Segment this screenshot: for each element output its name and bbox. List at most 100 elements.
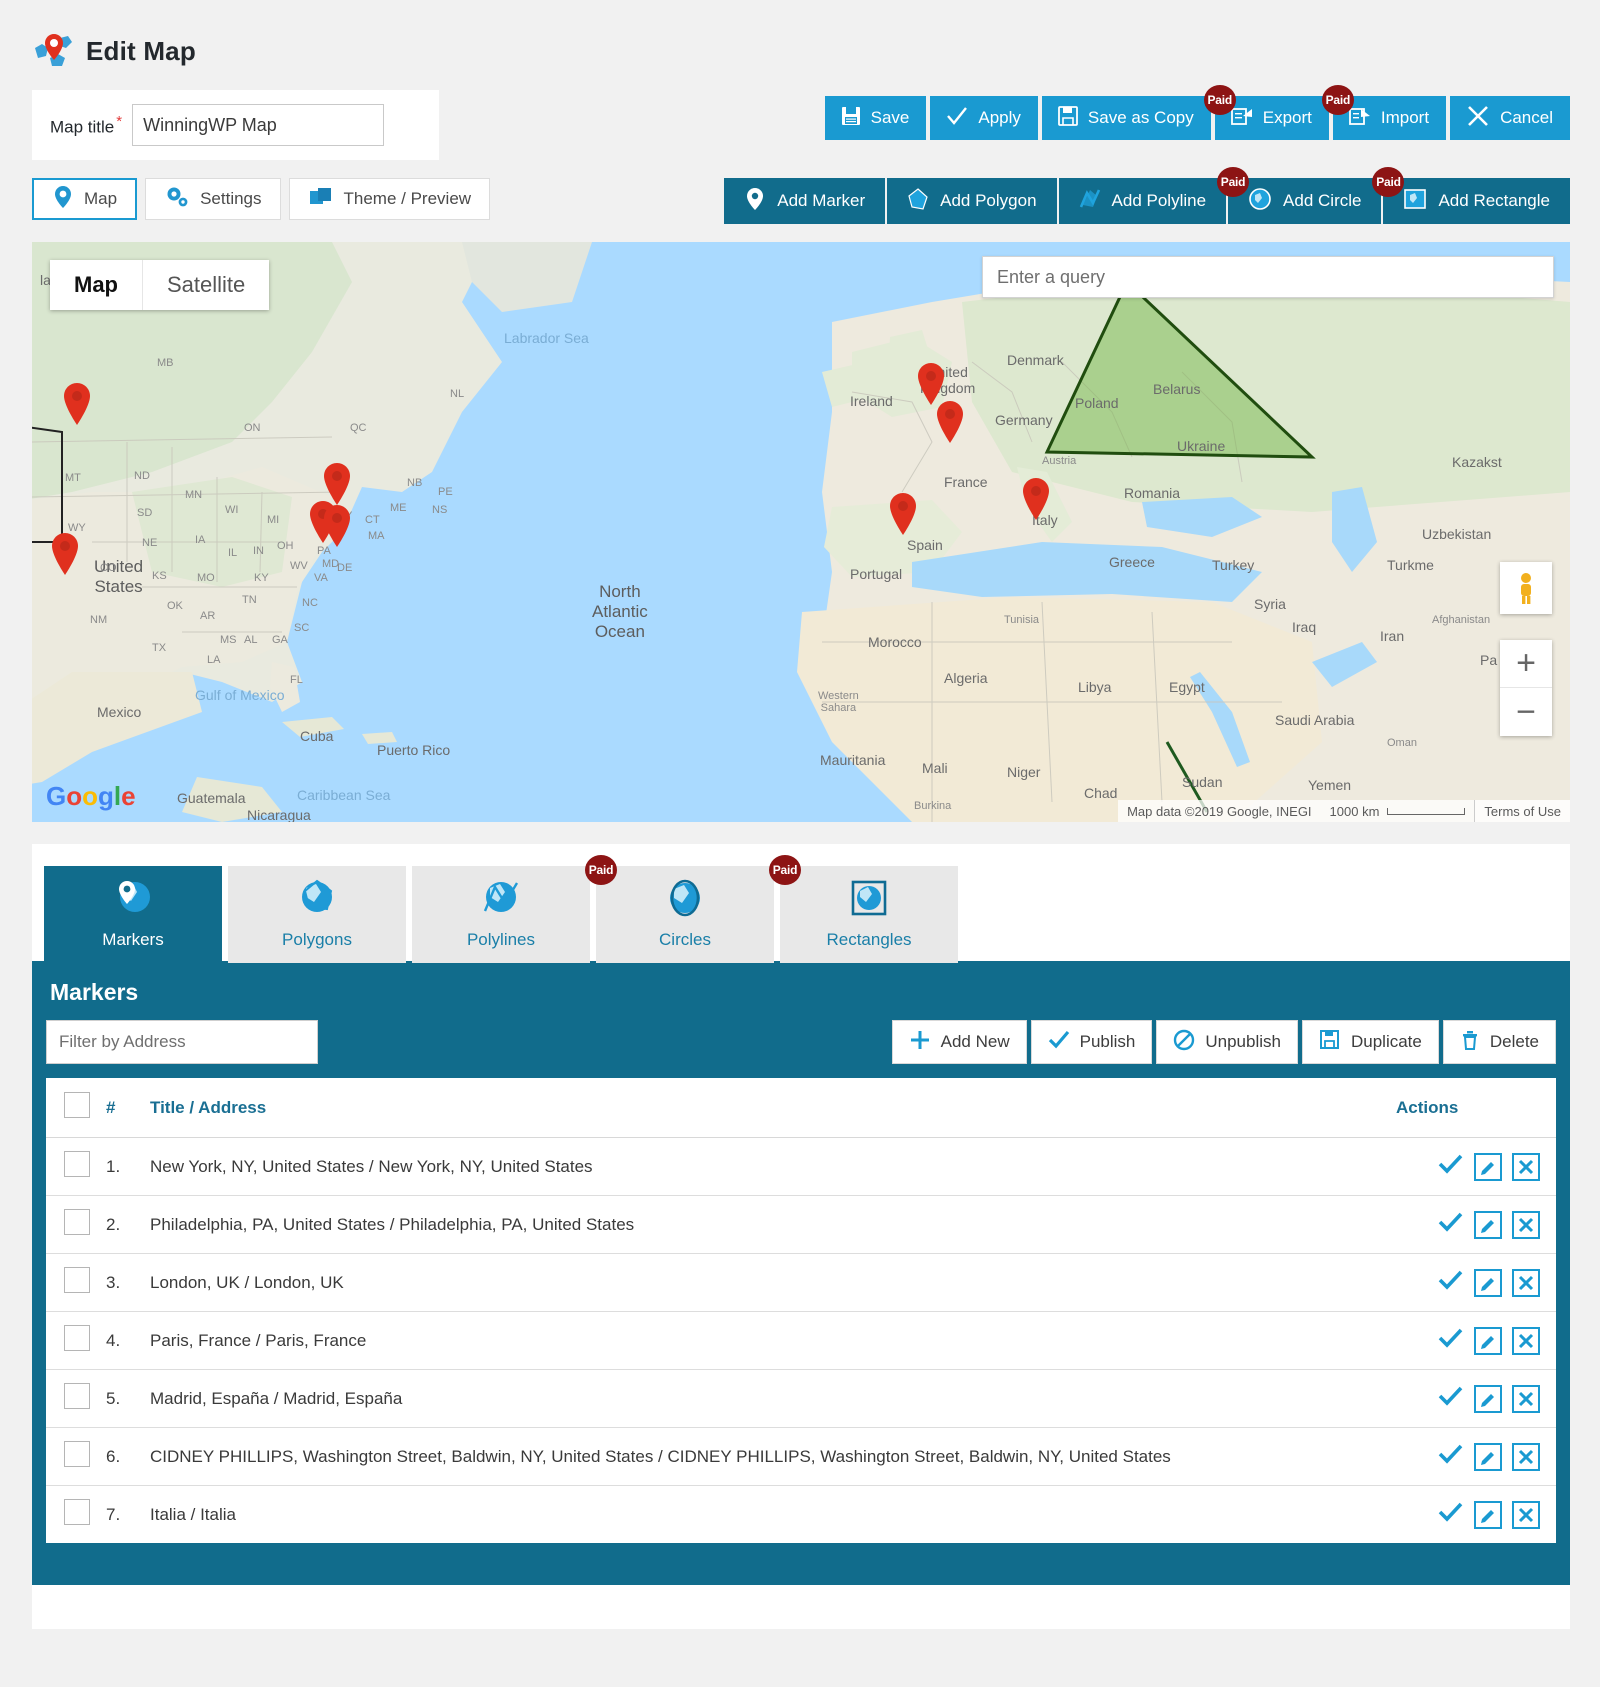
delete-button[interactable]: Delete xyxy=(1442,1020,1556,1064)
save-button[interactable]: Save xyxy=(824,96,927,140)
delete-x-icon[interactable] xyxy=(1512,1268,1540,1297)
column-actions: Actions xyxy=(1396,1078,1556,1138)
table-row[interactable]: 3. London, UK / London, UK xyxy=(46,1253,1556,1312)
terms-of-use-link[interactable]: Terms of Use xyxy=(1474,800,1570,822)
row-title-address: New York, NY, United States / New York, … xyxy=(150,1137,1396,1196)
select-all-checkbox[interactable] xyxy=(64,1092,90,1118)
map-type-satellite[interactable]: Satellite xyxy=(143,260,269,310)
add-polygon-button[interactable]: Add Polygon xyxy=(887,178,1057,224)
row-select-cell xyxy=(46,1253,106,1312)
table-row[interactable]: 6. CIDNEY PHILLIPS, Washington Street, Ba… xyxy=(46,1427,1556,1486)
published-check-icon[interactable] xyxy=(1438,1153,1464,1180)
trash-icon xyxy=(1460,1029,1480,1056)
map-marker-pin[interactable] xyxy=(935,400,965,444)
paid-badge: Paid xyxy=(769,855,801,885)
publish-button[interactable]: Publish xyxy=(1030,1020,1153,1064)
add-new-button[interactable]: Add New xyxy=(891,1020,1027,1064)
marker-icon xyxy=(52,185,74,214)
object-tab-circles[interactable]: Paid Circles xyxy=(585,855,774,963)
edit-pencil-icon[interactable] xyxy=(1474,1326,1502,1355)
map-type-toggle[interactable]: Map Satellite xyxy=(50,260,270,310)
published-check-icon[interactable] xyxy=(1438,1327,1464,1354)
published-check-icon[interactable] xyxy=(1438,1211,1464,1238)
delete-x-icon[interactable] xyxy=(1512,1152,1540,1181)
duplicate-button[interactable]: Duplicate xyxy=(1301,1020,1439,1064)
secondary-toolbar-row: Map Settings Theme / Preview Add Marker xyxy=(0,160,1600,224)
map-title-input[interactable] xyxy=(132,104,385,146)
zoom-out-button[interactable]: − xyxy=(1500,688,1552,736)
table-row[interactable]: 4. Paris, France / Paris, France xyxy=(46,1311,1556,1370)
table-row[interactable]: 7. Italia / Italia xyxy=(46,1486,1556,1544)
row-checkbox[interactable] xyxy=(64,1209,90,1235)
map-type-map[interactable]: Map xyxy=(50,260,143,310)
row-checkbox[interactable] xyxy=(64,1325,90,1351)
object-tab-markers-label: Markers xyxy=(102,930,164,949)
apply-button[interactable]: Apply xyxy=(930,96,1038,140)
add-circle-button[interactable]: Paid Add Circle xyxy=(1217,167,1382,224)
add-polyline-button[interactable]: Add Polyline xyxy=(1058,178,1227,224)
map-zoom-controls[interactable]: + − xyxy=(1500,640,1552,736)
edit-pencil-icon[interactable] xyxy=(1474,1268,1502,1297)
unpublish-button[interactable]: Unpublish xyxy=(1156,1020,1298,1064)
object-tab-polylines[interactable]: Polylines xyxy=(412,866,590,963)
map-marker-pin[interactable] xyxy=(62,382,92,426)
edit-pencil-icon[interactable] xyxy=(1474,1442,1502,1471)
delete-x-icon[interactable] xyxy=(1512,1326,1540,1355)
table-row[interactable]: 1. New York, NY, United States / New York… xyxy=(46,1137,1556,1196)
delete-x-icon[interactable] xyxy=(1512,1384,1540,1413)
published-check-icon[interactable] xyxy=(1438,1501,1464,1528)
tab-map[interactable]: Map xyxy=(32,178,138,220)
map-marker-pin[interactable] xyxy=(1021,477,1051,521)
export-button[interactable]: Paid Export xyxy=(1203,85,1329,140)
map-search-input[interactable]: Enter a query xyxy=(982,256,1554,298)
unpublish-label: Unpublish xyxy=(1205,1032,1281,1051)
map-marker-pin[interactable] xyxy=(322,504,352,548)
filter-by-address-input[interactable]: Filter by Address xyxy=(46,1020,318,1064)
cancel-button[interactable]: Cancel xyxy=(1450,96,1570,140)
row-checkbox[interactable] xyxy=(64,1499,90,1525)
object-tab-polygons[interactable]: Polygons xyxy=(228,866,406,963)
cancel-button-label: Cancel xyxy=(1500,108,1553,127)
map-marker-pin[interactable] xyxy=(50,532,80,576)
import-button[interactable]: Paid Import xyxy=(1321,85,1447,140)
delete-x-icon[interactable] xyxy=(1512,1442,1540,1471)
row-select-cell xyxy=(46,1486,106,1544)
select-all-header xyxy=(46,1078,106,1138)
row-checkbox[interactable] xyxy=(64,1383,90,1409)
check-icon xyxy=(1048,1030,1070,1055)
table-row[interactable]: 5. Madrid, España / Madrid, España xyxy=(46,1369,1556,1428)
tab-settings[interactable]: Settings xyxy=(145,178,281,220)
row-select-cell xyxy=(46,1427,106,1486)
save-as-copy-button[interactable]: Save as Copy xyxy=(1041,96,1211,140)
delete-x-icon[interactable] xyxy=(1512,1210,1540,1239)
published-check-icon[interactable] xyxy=(1438,1443,1464,1470)
delete-x-icon[interactable] xyxy=(1512,1500,1540,1529)
title-and-actions-row: Map title* Save Apply Save as Copy Paid xyxy=(0,72,1600,160)
row-checkbox[interactable] xyxy=(64,1441,90,1467)
edit-pencil-icon[interactable] xyxy=(1474,1152,1502,1181)
object-tab-rectangles[interactable]: Paid Rectangles xyxy=(769,855,958,963)
add-marker-label: Add Marker xyxy=(777,191,866,210)
map-background xyxy=(32,242,1570,822)
add-marker-button[interactable]: Add Marker xyxy=(724,178,886,224)
marker-icon xyxy=(744,187,766,216)
edit-pencil-icon[interactable] xyxy=(1474,1384,1502,1413)
row-checkbox[interactable] xyxy=(64,1267,90,1293)
zoom-in-button[interactable]: + xyxy=(1500,640,1552,688)
object-tab-markers[interactable]: Markers xyxy=(44,866,222,963)
row-checkbox[interactable] xyxy=(64,1151,90,1177)
row-number: 2. xyxy=(106,1195,150,1254)
map-marker-pin[interactable] xyxy=(888,492,918,536)
street-view-pegman[interactable] xyxy=(1500,562,1552,614)
map-canvas[interactable]: Labrador Sea Denmark Ireland United Kingdom… xyxy=(32,242,1570,822)
tab-theme-preview[interactable]: Theme / Preview xyxy=(288,178,491,220)
edit-pencil-icon[interactable] xyxy=(1474,1500,1502,1529)
page-header: Edit Map xyxy=(0,0,1600,72)
edit-pencil-icon[interactable] xyxy=(1474,1210,1502,1239)
row-title-address: Italia / Italia xyxy=(150,1504,236,1524)
add-rectangle-button[interactable]: Paid Add Rectangle xyxy=(1372,167,1570,224)
marker-globe-icon xyxy=(111,879,155,924)
table-row[interactable]: 2. Philadelphia, PA, United States / Phil… xyxy=(46,1195,1556,1254)
published-check-icon[interactable] xyxy=(1438,1269,1464,1296)
published-check-icon[interactable] xyxy=(1438,1385,1464,1412)
